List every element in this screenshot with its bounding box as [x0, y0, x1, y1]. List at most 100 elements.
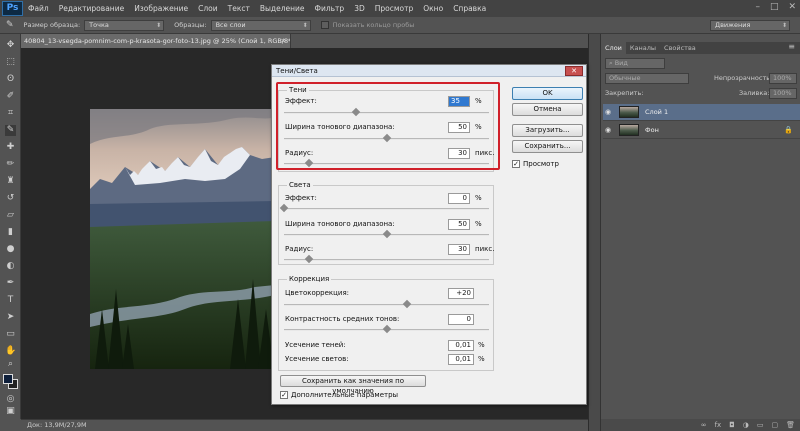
eyedropper-tool-icon[interactable]: ✎: [5, 125, 16, 136]
document-tab[interactable]: 40804_13-vsegda-pomnim-com-p-krasota-gor…: [21, 34, 291, 48]
highlights-tonal-width-slider[interactable]: [284, 229, 489, 239]
menu-layers[interactable]: Слои: [193, 4, 223, 13]
collapsed-panels-strip: [589, 34, 601, 431]
menu-select[interactable]: Выделение: [255, 4, 310, 13]
hand-tool-icon[interactable]: ✋: [5, 346, 16, 357]
mask-icon[interactable]: ◘: [729, 419, 735, 431]
highlights-radius-label: Радиус:: [285, 245, 314, 253]
cancel-button[interactable]: Отмена: [512, 103, 583, 116]
adjustment-icon[interactable]: ◑: [743, 419, 749, 431]
close-icon[interactable]: ✕: [565, 66, 583, 76]
color-correction-slider[interactable]: [284, 299, 489, 309]
black-clip-input[interactable]: 0,01: [448, 340, 474, 351]
midtone-contrast-input[interactable]: 0: [448, 314, 474, 325]
workspace-select[interactable]: Движения ⬍: [710, 20, 790, 31]
midtone-contrast-label: Контрастность средних тонов:: [285, 315, 400, 323]
close-tab-icon[interactable]: ✕: [281, 34, 286, 48]
crop-tool-icon[interactable]: ⌗: [5, 108, 16, 119]
black-clip-label: Усечение теней:: [285, 341, 346, 349]
eye-icon[interactable]: ◉: [603, 108, 613, 116]
zoom-tool-icon[interactable]: ⌕: [5, 359, 16, 370]
healing-tool-icon[interactable]: ✚: [5, 142, 16, 153]
menu-edit[interactable]: Редактирование: [54, 4, 129, 13]
preview-checkbox[interactable]: ✓: [512, 160, 520, 168]
blur-tool-icon[interactable]: ●: [5, 244, 16, 255]
foreground-color-swatch[interactable]: [3, 374, 13, 384]
menu-view[interactable]: Просмотр: [370, 4, 419, 13]
menu-image[interactable]: Изображение: [129, 4, 193, 13]
highlights-amount-input[interactable]: 0: [448, 193, 470, 204]
filter-kind-select[interactable]: ⌕ Вид: [605, 58, 665, 69]
minimize-icon[interactable]: –: [755, 2, 760, 12]
tab-properties[interactable]: Свойства: [660, 42, 700, 54]
marquee-tool-icon[interactable]: ⬚: [5, 57, 16, 68]
link-icon[interactable]: ∞: [701, 419, 707, 431]
color-correction-label: Цветокоррекция:: [285, 289, 350, 297]
samples-label: Образцы:: [174, 21, 207, 29]
panel-menu-icon[interactable]: ≡: [788, 42, 795, 51]
layer-row-1[interactable]: ◉ Слой 1: [603, 104, 800, 121]
gradient-tool-icon[interactable]: ▮: [5, 227, 16, 238]
layer-row-background[interactable]: ◉ Фон 🔒: [603, 122, 800, 139]
highlights-radius-slider[interactable]: [284, 254, 489, 264]
screen-mode-icon[interactable]: ▣: [5, 406, 16, 417]
sample-size-select[interactable]: Точка ⬍: [84, 19, 165, 31]
layer-thumbnail: [619, 106, 639, 118]
eraser-tool-icon[interactable]: ▱: [5, 210, 16, 221]
white-clip-input[interactable]: 0,01: [448, 354, 474, 365]
eye-icon[interactable]: ◉: [603, 126, 613, 134]
maximize-icon[interactable]: □: [770, 2, 779, 12]
highlights-tonal-width-input[interactable]: 50: [448, 219, 470, 230]
panel-tabs: Слои Каналы Свойства ≡: [601, 42, 800, 54]
ok-button[interactable]: OK: [512, 87, 583, 100]
lasso-tool-icon[interactable]: ʘ: [5, 74, 16, 85]
load-button[interactable]: Загрузить...: [512, 124, 583, 137]
trash-icon[interactable]: 🗑: [786, 419, 795, 431]
menu-file[interactable]: Файл: [23, 4, 54, 13]
chevron-down-icon: ⬍: [781, 22, 787, 29]
show-ring-checkbox[interactable]: [320, 21, 329, 29]
photoshop-logo: Ps: [2, 1, 23, 16]
eyedropper-tool-icon[interactable]: ✎: [6, 20, 14, 30]
chevron-down-icon: ⬍: [302, 21, 308, 29]
save-button[interactable]: Сохранить...: [512, 140, 583, 153]
brush-tool-icon[interactable]: ✏: [5, 159, 16, 170]
lock-icon: 🔒: [784, 126, 793, 134]
color-swatches[interactable]: [3, 374, 18, 389]
pen-tool-icon[interactable]: ✒: [5, 278, 16, 289]
save-defaults-button[interactable]: Сохранить как значения по умолчанию: [280, 375, 426, 395]
fx-icon[interactable]: fx: [715, 419, 722, 431]
tab-layers[interactable]: Слои: [601, 42, 626, 54]
menu-window[interactable]: Окно: [418, 4, 448, 13]
samples-select[interactable]: Все слои ⬍: [210, 19, 311, 31]
more-options-checkbox[interactable]: ✓: [280, 391, 288, 399]
close-icon[interactable]: ✕: [788, 2, 796, 12]
fill-field[interactable]: 100%: [769, 88, 797, 99]
opacity-field[interactable]: 100%: [769, 73, 797, 84]
path-select-tool-icon[interactable]: ➤: [5, 312, 16, 323]
quick-select-tool-icon[interactable]: ✐: [5, 91, 16, 102]
shape-tool-icon[interactable]: ▭: [5, 329, 16, 340]
folder-icon[interactable]: ▭: [757, 419, 764, 431]
layer-name: Слой 1: [645, 108, 669, 116]
color-correction-input[interactable]: +20: [448, 288, 474, 299]
new-layer-icon[interactable]: ▢: [771, 419, 778, 431]
stamp-tool-icon[interactable]: ♜: [5, 176, 16, 187]
sample-size-label: Размер образца:: [23, 21, 81, 29]
quick-mask-icon[interactable]: ◎: [5, 394, 16, 405]
highlights-radius-input[interactable]: 30: [448, 244, 470, 255]
dodge-tool-icon[interactable]: ◐: [5, 261, 16, 272]
samples-value: Все слои: [215, 20, 246, 29]
menu-type[interactable]: Текст: [223, 4, 255, 13]
tab-channels[interactable]: Каналы: [626, 42, 660, 54]
blend-mode-select[interactable]: Обычные: [605, 73, 689, 84]
highlights-amount-slider[interactable]: [279, 203, 489, 213]
midtone-contrast-slider[interactable]: [284, 324, 489, 334]
move-tool-icon[interactable]: ✥: [5, 40, 16, 51]
chevron-down-icon: ⬍: [156, 21, 162, 29]
menu-3d[interactable]: 3D: [349, 4, 370, 13]
menu-filter[interactable]: Фильтр: [310, 4, 350, 13]
menu-help[interactable]: Справка: [448, 4, 491, 13]
history-brush-tool-icon[interactable]: ↺: [5, 193, 16, 204]
type-tool-icon[interactable]: T: [5, 295, 16, 306]
